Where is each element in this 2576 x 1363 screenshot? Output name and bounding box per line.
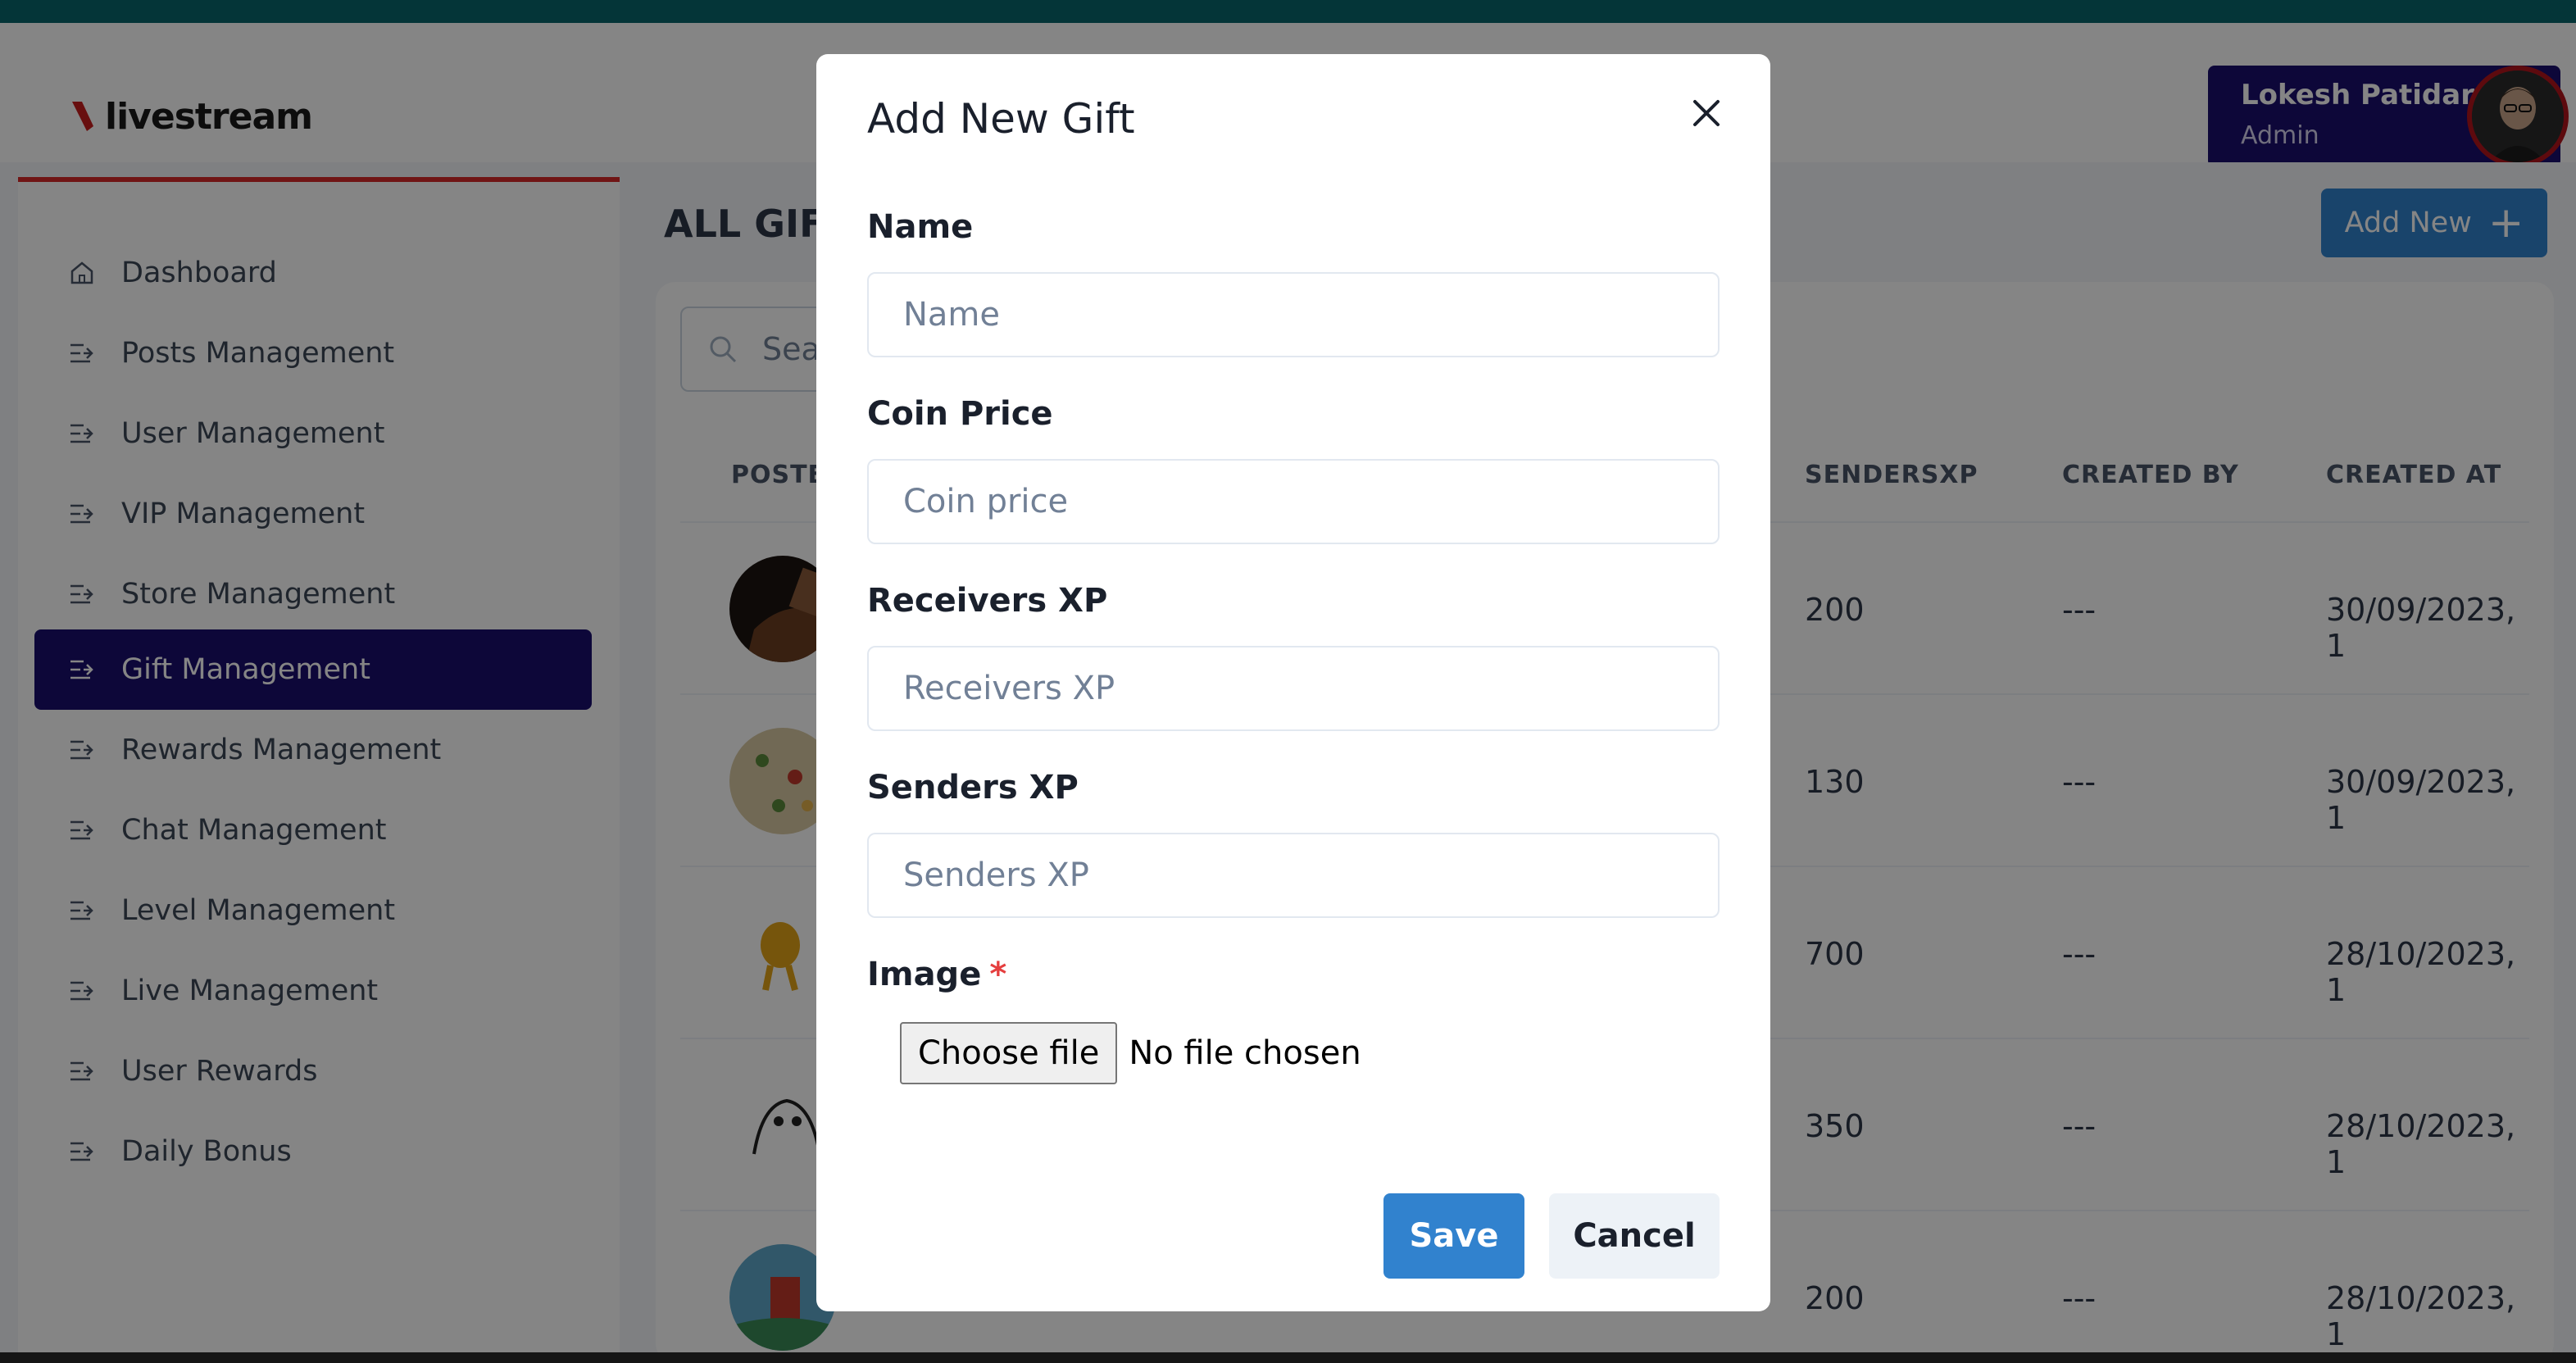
save-button[interactable]: Save <box>1383 1193 1524 1279</box>
senders-xp-label: Senders XP <box>867 769 1079 806</box>
image-label: Image * <box>867 956 1006 993</box>
receivers-xp-label: Receivers XP <box>867 582 1108 620</box>
image-file-input[interactable]: Choose file No file chosen <box>900 1021 1361 1085</box>
close-icon[interactable] <box>1683 90 1729 136</box>
file-status: No file chosen <box>1129 1034 1361 1072</box>
add-gift-modal: Add New Gift Name Coin Price Receivers X… <box>816 54 1770 1311</box>
name-label: Name <box>867 208 974 246</box>
coin-price-label: Coin Price <box>867 395 1053 433</box>
required-mark: * <box>989 956 1007 993</box>
senders-xp-field[interactable] <box>867 833 1720 918</box>
receivers-xp-field[interactable] <box>867 646 1720 731</box>
name-field[interactable] <box>867 272 1720 357</box>
cancel-button[interactable]: Cancel <box>1549 1193 1720 1279</box>
choose-file-button[interactable]: Choose file <box>900 1022 1118 1084</box>
coin-price-field[interactable] <box>867 459 1720 544</box>
image-label-text: Image <box>867 956 982 993</box>
modal-title: Add New Gift <box>867 95 1135 143</box>
